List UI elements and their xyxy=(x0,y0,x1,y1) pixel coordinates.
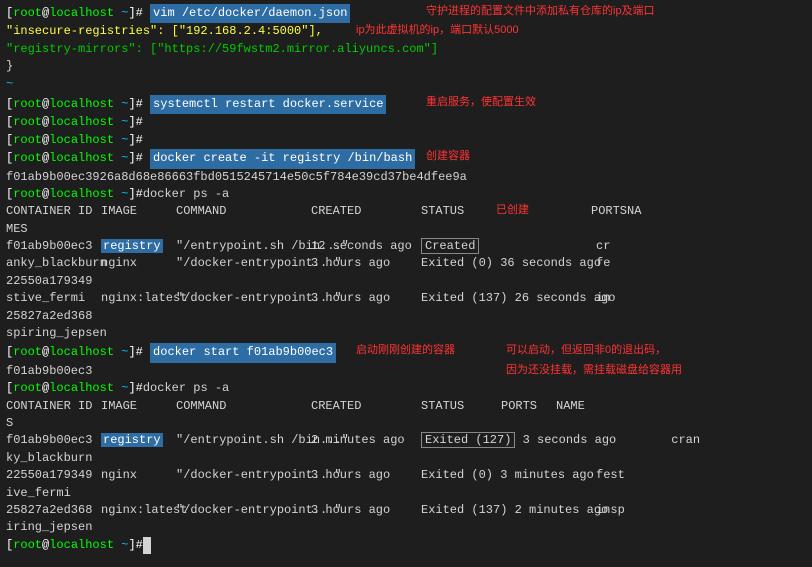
annotation-nonzero-2: 因为还没挂载，需挂载磁盘给容器用 xyxy=(506,363,682,379)
annotation-start: 启动刚刚创建的容器 xyxy=(356,343,455,359)
ps1-row-3: anky_blackburn nginx "/docker-entrypoint… xyxy=(6,255,806,272)
final-prompt-line: [root@localhost ~]# xyxy=(6,537,806,554)
ps2-col-ports: PORTS xyxy=(501,398,556,415)
ps2-prompt-line: [root@localhost ~]# docker ps -a xyxy=(6,380,806,397)
annotation-ip: ip为此虚拟机的ip，端口默认5000 xyxy=(356,23,519,39)
image-registry-1: registry xyxy=(101,239,163,253)
prompt-3: [root@localhost ~]# xyxy=(6,150,150,167)
vim-command: vim /etc/docker/daemon.json xyxy=(150,4,350,23)
prompt-6: [root@localhost ~]# xyxy=(6,380,143,397)
annotation-nonzero-1: 可以启动，但返回非0的退出码， xyxy=(506,343,666,359)
ps1-col-ports: PORTS xyxy=(591,203,627,220)
ps2-col-image: IMAGE xyxy=(101,398,176,415)
ps2-row-s: S xyxy=(6,415,806,432)
ps1-col-command: COMMAND xyxy=(176,203,311,220)
docker-create-line: [root@localhost ~]# docker create -it re… xyxy=(6,149,806,168)
prompt-2: [root@localhost ~]# xyxy=(6,96,150,113)
ps2-row-4: ive_fermi xyxy=(6,485,806,502)
ps1-row-2: f01ab9b00ec3 registry "/entrypoint.sh /b… xyxy=(6,238,806,255)
ps2-col-id: CONTAINER ID xyxy=(6,398,101,415)
ps1-row-4: 22550a179349 xyxy=(6,273,806,290)
ps2-col-status: STATUS xyxy=(421,398,501,415)
ps2-col-created: CREATED xyxy=(311,398,421,415)
terminal: [root@localhost ~]# vim /etc/docker/daem… xyxy=(0,0,812,558)
restart-command-line: [root@localhost ~]# systemctl restart do… xyxy=(6,95,806,114)
ps-table-2: CONTAINER ID IMAGE COMMAND CREATED STATU… xyxy=(6,398,806,537)
vim-command-line: [root@localhost ~]# vim /etc/docker/daem… xyxy=(6,4,806,23)
ps1-prompt-line: [root@localhost ~]# docker ps -a xyxy=(6,186,806,203)
annotation-daemon: 守护进程的配置文件中添加私有仓库的ip及端口 xyxy=(426,4,655,20)
ps1-row-5: stive_fermi nginx:latest "/docker-entryp… xyxy=(6,290,806,307)
restart-command: systemctl restart docker.service xyxy=(150,95,386,114)
annotation-restart: 重启服务，使配置生效 xyxy=(426,95,536,111)
status-created-1: Created xyxy=(421,238,479,254)
ps2-row-2: ky_blackburn xyxy=(6,450,806,467)
ps2-row-6: iring_jepsen xyxy=(6,519,806,536)
json-tilde: ~ xyxy=(6,76,806,93)
annotation-already-created: 已创建 xyxy=(496,203,529,219)
ps1-col-image: IMAGE xyxy=(101,203,176,220)
json-line-close: } xyxy=(6,58,806,75)
docker-start-command: docker start f01ab9b00ec3 xyxy=(150,343,336,362)
prompt-4: [root@localhost ~]# xyxy=(6,186,143,203)
ps2-row-5: 25827a2ed368 nginx:latest "/docker-entry… xyxy=(6,502,806,519)
ps1-row-1: MES xyxy=(6,221,806,238)
docker-create-command: docker create -it registry /bin/bash xyxy=(150,149,415,168)
ps1-row-7: spiring_jepsen xyxy=(6,325,806,342)
docker-start-line: [root@localhost ~]# docker start f01ab9b… xyxy=(6,343,806,362)
ps1-col-status: STATUS xyxy=(421,203,501,220)
prompt-5: [root@localhost ~]# xyxy=(6,344,150,361)
ps2-col-name: NAME xyxy=(556,398,585,415)
ps1-row-6: 25827a2ed368 xyxy=(6,308,806,325)
final-prompt: [root@localhost ~]# xyxy=(6,537,143,554)
ps1-col-name: NA xyxy=(627,203,667,220)
status-exited-1: Exited (127) xyxy=(421,432,515,448)
annotation-create: 创建容器 xyxy=(426,149,470,165)
empty-prompt-2: [root@localhost ~]# xyxy=(6,132,806,149)
create-hash: f01ab9b00ec3926a8d68e86663fbd0515245714e… xyxy=(6,169,806,186)
ps1-col-created: CREATED xyxy=(311,203,421,220)
ps2-col-command: COMMAND xyxy=(176,398,311,415)
prompt-1: [root@localhost ~]# xyxy=(6,5,150,22)
json-line-registry-mirrors: "registry-mirrors": ["https://59fwstm2.m… xyxy=(6,41,806,58)
ps-table-1: CONTAINER ID IMAGE COMMAND CREATED STATU… xyxy=(6,203,806,342)
ps2-row-1: f01ab9b00ec3 registry "/entrypoint.sh /b… xyxy=(6,432,806,449)
ps2-header: CONTAINER ID IMAGE COMMAND CREATED STATU… xyxy=(6,398,806,415)
ps1-header: CONTAINER ID IMAGE COMMAND CREATED STATU… xyxy=(6,203,806,220)
ps2-row-3: 22550a179349 nginx "/docker-entrypoint..… xyxy=(6,467,806,484)
start-result: f01ab9b00ec3 因为还没挂载，需挂载磁盘给容器用 xyxy=(6,363,806,380)
ps1-col-id: CONTAINER ID xyxy=(6,203,101,220)
image-registry-2: registry xyxy=(101,433,163,447)
empty-prompt-1: [root@localhost ~]# xyxy=(6,114,806,131)
